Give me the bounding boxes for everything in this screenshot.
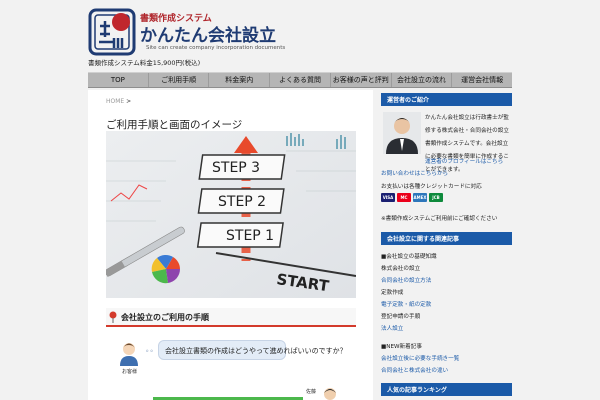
list-item: 定款作成: [381, 290, 404, 296]
card-logos: VISA MC AMEX JCB: [381, 193, 512, 202]
logo-title: かんたん会社設立: [140, 26, 276, 46]
page-title: ご利用手順と画面のイメージ: [106, 119, 243, 131]
sidebar-heading-articles: 会社設立に関する関連記事: [381, 232, 512, 245]
nav-item-faq[interactable]: よくある質問: [270, 73, 331, 87]
nav-item-usage[interactable]: ご利用手順: [149, 73, 210, 87]
sidebar-heading-ranking: 人気の記事ランキング: [381, 383, 512, 396]
sidebar-note: ※書類作成システムご利用前にご確認ください: [381, 216, 498, 222]
list-item-link[interactable]: 合同会社と株式会社の違い: [381, 365, 512, 377]
list-item: ■NEW新着記事: [381, 344, 422, 350]
mastercard-icon: MC: [397, 193, 411, 202]
price-note: 書類作成システム料金15,900円(税込): [88, 59, 201, 67]
global-nav: TOP ご利用手順 料金案内 よくある質問 お客様の声と評判 会社設立の流れ 運…: [88, 72, 512, 88]
breadcrumb-separator: >: [126, 98, 132, 105]
nav-item-flow[interactable]: 会社設立の流れ: [392, 73, 453, 87]
list-item: ■会社設立の基礎知識: [381, 254, 437, 260]
operator-description: かんたん会社設立は行政書士が監修する株式会社・合同会社の設立書類作成システムです…: [425, 115, 509, 173]
pin-icon: [109, 311, 117, 323]
customer-name: お客様: [122, 369, 138, 375]
hero-step1-label: STEP 1: [226, 228, 274, 244]
logo-tagline: Site can create company incorporation do…: [146, 45, 286, 51]
hero-steps-image: STEP 3 STEP 2 STEP 1 START: [106, 131, 356, 298]
customer-speech-bubble: 会社設立書類の作成はどうやって進めればいいのですか？: [158, 340, 347, 360]
staff-avatar-icon: [324, 388, 336, 400]
sidebar: 運営者のご紹介 かんたん会社設立は行政書士が監修する株式会社・合同会社の設立書類…: [381, 93, 512, 396]
main-content: HOME > ご利用手順と画面のイメージ STEP 3 STEP 2 STEP …: [88, 90, 373, 400]
nav-item-reviews[interactable]: お客様の声と評判: [331, 73, 392, 87]
section-heading: 会社設立のご利用の手順: [106, 308, 356, 327]
customer-avatar-icon: [120, 343, 138, 366]
breadcrumb-home-link[interactable]: HOME: [106, 98, 124, 105]
amex-card-icon: AMEX: [413, 193, 427, 202]
staff-name: 佐藤: [306, 389, 317, 395]
article-list: ■会社設立の基礎知識 株式会社の設立 合同会社の設立方法 定款作成 電子定款・紙…: [381, 251, 512, 377]
sidebar-heading-operator: 運営者のご紹介: [381, 93, 512, 106]
list-item: 株式会社の設立: [381, 266, 421, 272]
list-item-link[interactable]: 法人設立: [381, 323, 512, 335]
hero-step3-label: STEP 3: [212, 160, 260, 176]
section-heading-text: 会社設立のご利用の手順: [121, 313, 209, 322]
site-logo[interactable]: 書類作成システム かんたん会社設立 Site can create compan…: [88, 8, 288, 56]
list-item-link[interactable]: 電子定款・紙の定款: [381, 299, 512, 311]
visa-card-icon: VISA: [381, 193, 395, 202]
hero-step2-label: STEP 2: [218, 194, 266, 210]
nav-item-top[interactable]: TOP: [88, 73, 149, 87]
nav-item-company[interactable]: 運営会社情報: [452, 73, 512, 87]
breadcrumb: HOME >: [106, 98, 131, 105]
list-item-link[interactable]: 会社設立後に必要な手続き一覧: [381, 353, 512, 365]
bubble-dots: ∘∘: [145, 347, 154, 355]
list-item-link[interactable]: 合同会社の設立方法: [381, 275, 512, 287]
seal-stamp-icon: [88, 8, 136, 56]
payment-label: お支払いは各種クレジットカードに対応: [381, 184, 482, 190]
nav-item-pricing[interactable]: 料金案内: [209, 73, 271, 87]
operator-profile: かんたん会社設立は行政書士が監修する株式会社・合同会社の設立書類作成システムです…: [381, 112, 512, 173]
operator-photo: [383, 112, 421, 154]
jcb-card-icon: JCB: [429, 193, 443, 202]
list-item: 登記申請の手順: [381, 314, 421, 320]
customer-speech-text: 会社設立書類の作成はどうやって進めればいいのですか？: [165, 347, 347, 355]
